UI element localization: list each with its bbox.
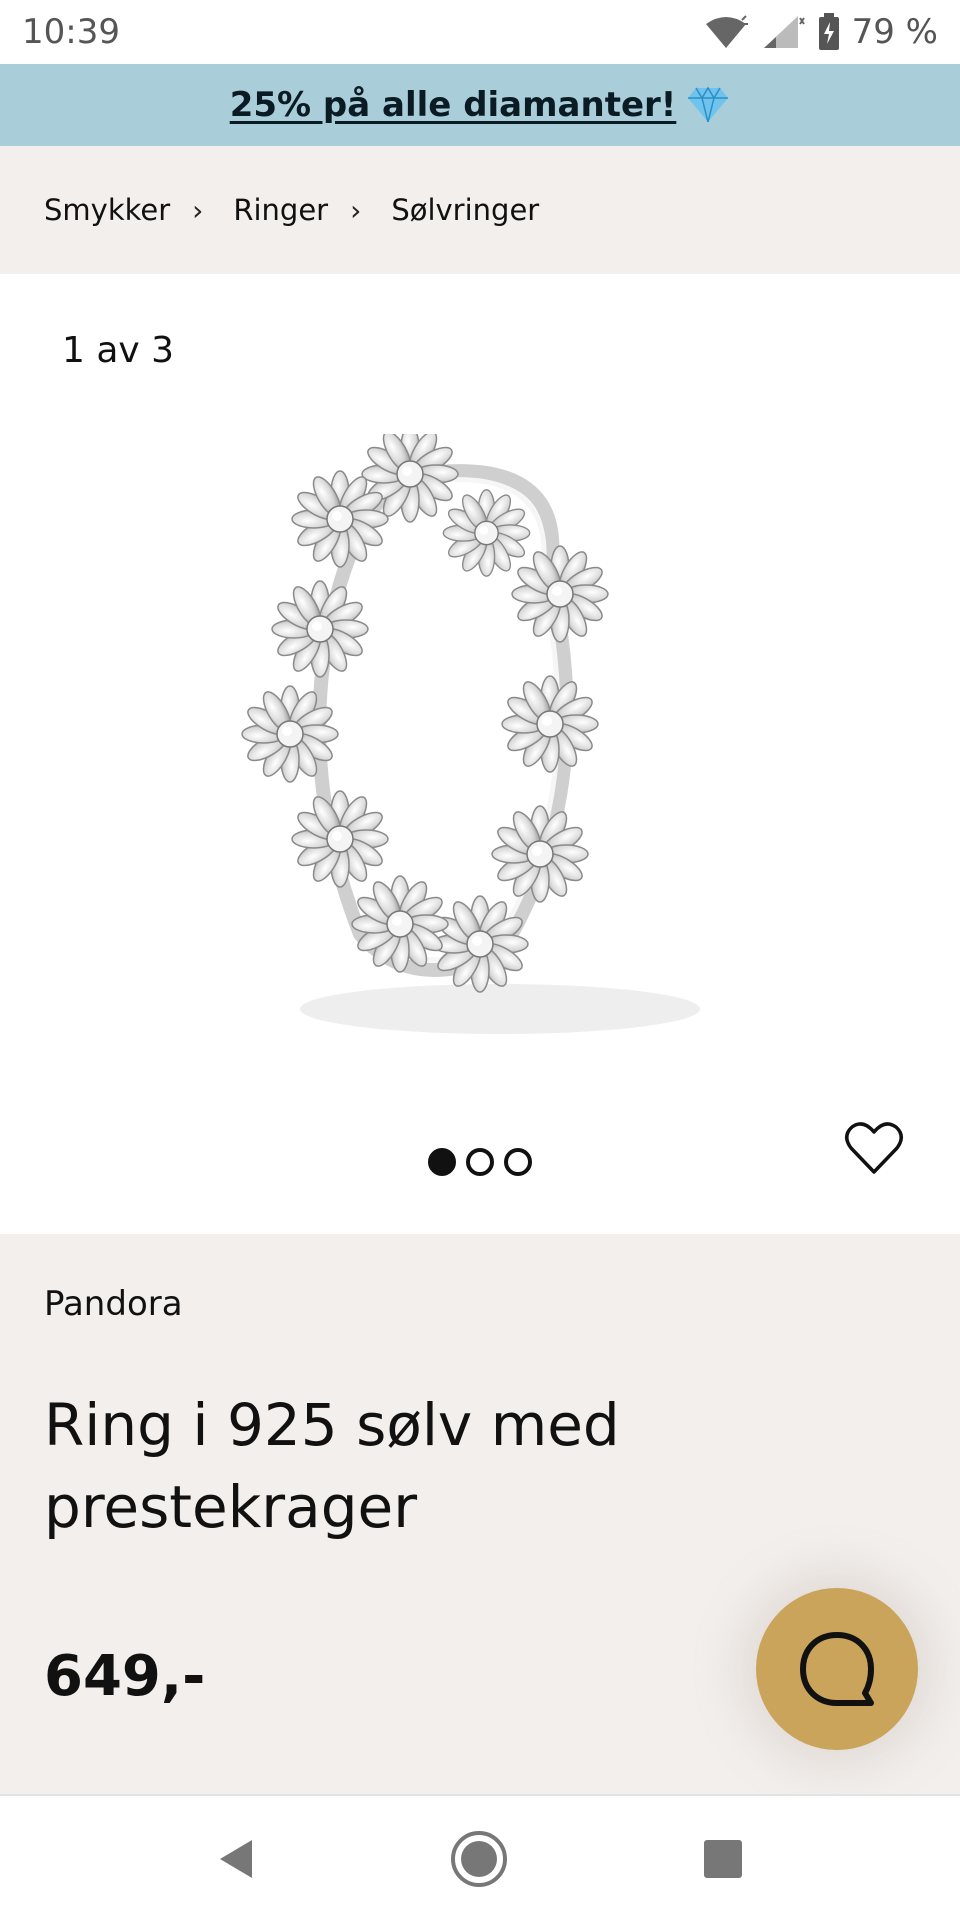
carousel-dot-2[interactable] xyxy=(466,1148,494,1176)
battery-percentage: 79 % xyxy=(851,12,938,52)
carousel-dot-3[interactable] xyxy=(504,1148,532,1176)
breadcrumb-item-smykker[interactable]: Smykker xyxy=(44,193,170,227)
chat-button[interactable] xyxy=(756,1588,918,1750)
product-brand[interactable]: Pandora xyxy=(44,1284,183,1324)
image-counter: 1 av 3 xyxy=(62,330,175,371)
diamond-icon xyxy=(688,86,729,123)
heart-icon[interactable] xyxy=(844,1120,904,1176)
chevron-right-icon: › xyxy=(350,193,362,227)
breadcrumb-item-solvringer[interactable]: Sølvringer xyxy=(391,193,539,227)
breadcrumb-item-ringer[interactable]: Ringer xyxy=(233,193,328,227)
status-bar: 10:39 79 % xyxy=(0,0,960,64)
recents-icon[interactable] xyxy=(698,1834,748,1884)
promo-banner[interactable]: 25% på alle diamanter! xyxy=(0,64,960,146)
product-gallery[interactable]: 1 av 3 xyxy=(0,274,960,1234)
battery-icon xyxy=(818,13,839,50)
product-image[interactable] xyxy=(230,434,730,1074)
chevron-right-icon: › xyxy=(192,193,204,227)
status-time: 10:39 xyxy=(22,12,120,52)
product-price: 649,- xyxy=(44,1644,206,1709)
carousel-dot-1[interactable] xyxy=(428,1148,456,1176)
status-icons: 79 % xyxy=(702,10,938,54)
back-icon[interactable] xyxy=(212,1834,262,1884)
carousel-indicator xyxy=(0,1148,960,1176)
home-icon[interactable] xyxy=(450,1830,508,1888)
chat-bubble-icon xyxy=(800,1632,874,1706)
wifi-icon xyxy=(705,15,748,48)
promo-link[interactable]: 25% på alle diamanter! xyxy=(230,85,677,125)
breadcrumb: Smykker › Ringer › Sølvringer xyxy=(0,146,960,274)
system-nav-bar xyxy=(0,1794,960,1920)
signal-icon xyxy=(763,16,805,48)
product-title: Ring i 925 sølv med prestekrager xyxy=(44,1391,620,1541)
